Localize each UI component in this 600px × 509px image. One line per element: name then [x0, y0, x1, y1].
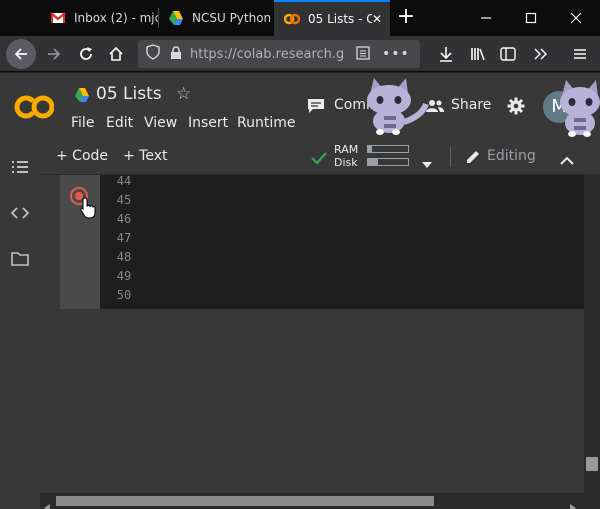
scroll-left-arrow-icon[interactable]: [44, 497, 50, 509]
back-arrow-icon[interactable]: [6, 39, 36, 69]
star-icon[interactable]: ☆: [176, 84, 191, 104]
connected-check-icon: [311, 150, 327, 169]
forward-arrow-icon[interactable]: [40, 40, 68, 68]
add-code-button[interactable]: + Code: [56, 148, 108, 164]
browser-tab-strip: Inbox (2) - mjc NCSU Python 05 Lists - C…: [0, 0, 600, 36]
url-bar[interactable]: https://colab.research.g •••: [138, 40, 420, 68]
scroll-right-arrow-icon[interactable]: [570, 497, 576, 509]
tab-inbox[interactable]: Inbox (2) - mjc: [40, 0, 158, 36]
toolbar-divider: [450, 147, 451, 167]
resources-dropdown-icon[interactable]: [422, 153, 432, 172]
line-number: 48: [116, 250, 132, 264]
disk-usage-bar: [367, 158, 409, 166]
maximize-icon[interactable]: [511, 4, 551, 32]
gmail-icon: [50, 10, 66, 26]
resources-indicator[interactable]: RAM Disk: [334, 143, 358, 169]
line-number: 45: [116, 193, 132, 207]
google-drive-icon: [168, 10, 184, 26]
horizontal-scroll-thumb[interactable]: [56, 496, 434, 506]
colab-logo[interactable]: [14, 93, 55, 121]
menu-runtime[interactable]: Runtime: [237, 115, 295, 131]
tab-05-lists[interactable]: 05 Lists - C ✕: [274, 0, 390, 36]
ram-usage-bar: [367, 145, 409, 153]
menu-insert[interactable]: Insert: [188, 115, 228, 131]
horizontal-scrollbar[interactable]: [40, 493, 600, 509]
line-number: 50: [116, 288, 132, 302]
tab-label: NCSU Python: [192, 11, 272, 25]
shield-icon[interactable]: [146, 44, 160, 64]
kitty-sprite: [556, 78, 600, 142]
collapse-chevron-up-icon[interactable]: [560, 151, 574, 170]
comment-icon[interactable]: [307, 98, 325, 118]
mouse-cursor-icon: [80, 197, 96, 223]
pencil-icon: [465, 149, 481, 169]
code-cell[interactable]: 44 45 46 47 48 49 50: [60, 172, 584, 309]
line-number: 46: [116, 212, 132, 226]
new-tab-button[interactable]: +: [392, 4, 420, 32]
menu-view[interactable]: View: [144, 115, 177, 131]
share-button[interactable]: Share: [451, 97, 491, 113]
editing-mode-button[interactable]: Editing: [487, 148, 536, 164]
notebook-toolbar: + Code + Text RAM Disk Editing: [40, 139, 600, 175]
url-text: https://colab.research.g: [190, 46, 345, 62]
library-icon[interactable]: [464, 40, 492, 68]
home-icon[interactable]: [102, 40, 130, 68]
tab-label: 05 Lists - C: [308, 12, 372, 26]
ram-label: RAM: [334, 143, 359, 156]
download-icon[interactable]: [432, 40, 460, 68]
left-sidebar: [0, 139, 40, 509]
colab-icon: [283, 11, 301, 27]
line-number: 47: [116, 231, 132, 245]
settings-gear-icon[interactable]: [507, 97, 525, 119]
kitty-sprite: [362, 76, 434, 142]
hamburger-menu-icon[interactable]: [566, 40, 594, 68]
vertical-scrollbar[interactable]: [584, 175, 600, 493]
disk-label: Disk: [334, 156, 358, 169]
line-number: 44: [116, 174, 132, 188]
browser-nav-bar: https://colab.research.g •••: [0, 36, 600, 72]
line-numbers: 44 45 46 47 48 49 50: [104, 172, 144, 305]
colab-header: 05 Lists ☆ File Edit View Insert Runtime…: [0, 73, 600, 139]
vertical-scroll-thumb[interactable]: [586, 457, 598, 471]
notebook-content: 44 45 46 47 48 49 50: [40, 172, 584, 493]
screen: Inbox (2) - mjc NCSU Python 05 Lists - C…: [0, 0, 600, 509]
google-drive-icon[interactable]: [74, 87, 90, 107]
sidebar-toggle-icon[interactable]: [494, 40, 522, 68]
close-tab-icon[interactable]: ✕: [372, 12, 382, 26]
window-close-icon[interactable]: [556, 4, 596, 32]
add-text-button[interactable]: + Text: [123, 148, 168, 164]
notebook-title[interactable]: 05 Lists: [96, 84, 162, 104]
table-of-contents-icon[interactable]: [10, 159, 30, 179]
menu-file[interactable]: File: [71, 115, 94, 131]
minimize-icon[interactable]: [466, 4, 506, 32]
code-snippets-icon[interactable]: [10, 205, 30, 225]
reader-view-icon[interactable]: [356, 45, 370, 64]
tab-label: Inbox (2) - mjc: [74, 11, 158, 25]
cell-gutter: [60, 175, 100, 309]
lock-icon[interactable]: [170, 45, 182, 64]
files-folder-icon[interactable]: [10, 251, 30, 271]
menu-edit[interactable]: Edit: [106, 115, 133, 131]
reload-icon[interactable]: [72, 40, 100, 68]
disk-usage-fill: [368, 159, 378, 165]
line-number: 49: [116, 269, 132, 283]
page-actions-icon[interactable]: •••: [382, 46, 410, 62]
tab-ncsu-python[interactable]: NCSU Python: [158, 0, 274, 36]
ram-usage-fill: [368, 146, 372, 152]
overflow-chevron-icon[interactable]: [526, 40, 554, 68]
